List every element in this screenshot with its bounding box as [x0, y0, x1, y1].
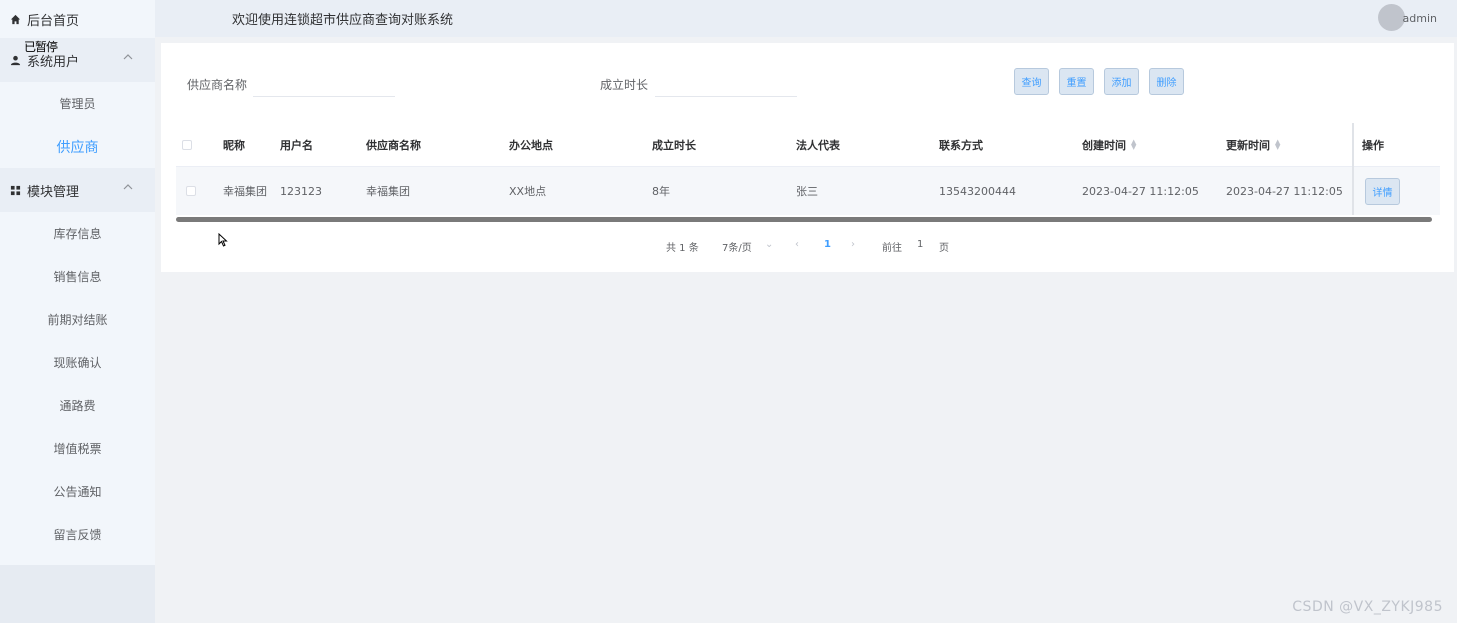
column-header: 联系方式 [939, 138, 983, 152]
avatar[interactable] [1378, 4, 1405, 31]
user-icon [10, 55, 21, 65]
sidebar-item-prior-settlement[interactable]: 前期对结账 [0, 298, 155, 341]
table-cell: 8年 [652, 185, 670, 198]
grid-icon [10, 185, 21, 195]
watermark: CSDN @VX_ZYKJ985 [1292, 599, 1443, 615]
home-icon [10, 14, 21, 24]
column-header: 法人代表 [796, 138, 840, 152]
sidebar-item-label: 前期对结账 [47, 313, 108, 327]
goto-label: 前往 [882, 243, 902, 254]
sidebar-item-feedback[interactable]: 留言反馈 [0, 513, 155, 556]
sidebar-item-admin[interactable]: 管理员 [0, 82, 155, 125]
sidebar-item-label: 留言反馈 [53, 528, 102, 542]
table-header: 昵称 用户名 供应商名称 办公地点 成立时长 法人代表 联系方式 创建时间 ▲ ▼ … [176, 123, 1440, 167]
table-cell: 2023-04-27 11:12:05 [1082, 184, 1199, 198]
sidebar-item-inventory[interactable]: 库存信息 [0, 212, 155, 255]
horizontal-scrollbar[interactable] [176, 217, 1432, 222]
prev-page-icon[interactable]: ‹ [795, 239, 799, 250]
chevron-up-icon [123, 184, 133, 190]
sidebar-item-label: 供应商 [56, 139, 99, 156]
column-header: 供应商名称 [366, 138, 421, 152]
table-cell: 2023-04-27 11:12:05 [1226, 184, 1343, 198]
sidebar-menu: 后台首页 系统用户 管理员 供应商 模块管理 库存信息 销售信息 前期对结账 现… [0, 0, 155, 565]
sidebar-item-label: 增值税票 [53, 442, 102, 456]
column-header-sortable[interactable]: 创建时间 ▲ ▼ [1082, 123, 1136, 166]
established-input[interactable] [655, 69, 797, 97]
column-header: 用户名 [280, 138, 313, 152]
column-header: 昵称 [223, 138, 245, 152]
chevron-down-icon[interactable]: ⌄ [765, 239, 773, 250]
table-cell: 张三 [796, 185, 818, 198]
established-label: 成立时长 [600, 78, 649, 92]
main-panel: 供应商名称 成立时长 查询 重置 添加 删除 昵称 用户名 供应商名称 办公地点… [161, 43, 1454, 272]
sidebar-item-channel-fee[interactable]: 通路费 [0, 384, 155, 427]
select-all-checkbox[interactable] [182, 139, 192, 150]
column-header: 成立时长 [652, 138, 696, 152]
sidebar-group-module-management[interactable]: 模块管理 [0, 168, 155, 212]
page-size-select[interactable]: 7条/页 [722, 239, 752, 254]
mouse-cursor-icon [218, 233, 228, 247]
sidebar-item-label: 销售信息 [53, 270, 102, 284]
row-checkbox[interactable] [186, 186, 196, 196]
sidebar-item-label: 通路费 [59, 399, 96, 413]
current-page[interactable]: 1 [824, 239, 831, 250]
pagination: 共 1 条 7条/页 ⌄ ‹ 1 › 前往 1 页 [161, 239, 1454, 255]
goto-input[interactable]: 1 [917, 239, 923, 250]
column-header: 办公地点 [509, 138, 553, 152]
sidebar-group-label: 模块管理 [27, 184, 80, 200]
page-suffix: 页 [939, 243, 949, 254]
supplier-name-input[interactable] [253, 69, 395, 97]
sort-icon[interactable]: ▲ ▼ [1275, 138, 1280, 150]
column-header-sortable[interactable]: 更新时间 ▲ ▼ [1226, 123, 1280, 166]
top-header: 欢迎使用连锁超市供应商查询对账系统 admin [155, 0, 1457, 37]
table-cell: XX地点 [509, 185, 547, 198]
query-button[interactable]: 查询 [1014, 68, 1049, 95]
table-cell: 123123 [280, 184, 322, 198]
sidebar-item-announcement[interactable]: 公告通知 [0, 470, 155, 513]
column-header-label: 创建时间 [1082, 138, 1126, 152]
supplier-table: 昵称 用户名 供应商名称 办公地点 成立时长 法人代表 联系方式 创建时间 ▲ ▼ … [176, 123, 1440, 222]
fixed-operation-column [1352, 123, 1440, 215]
sort-icon[interactable]: ▲ ▼ [1131, 138, 1136, 150]
select-all-cell [182, 123, 192, 166]
table-cell: 13543200444 [939, 184, 1016, 198]
sidebar-item-home-label: 后台首页 [27, 13, 80, 29]
reset-button[interactable]: 重置 [1059, 68, 1094, 95]
table-cell: 幸福集团 [223, 185, 267, 198]
table-cell: 幸福集团 [366, 185, 410, 198]
sidebar-item-label: 公告通知 [53, 485, 102, 499]
pagination-total: 共 1 条 [666, 243, 699, 254]
paused-overlay-text: 已暂停 [24, 40, 58, 54]
sidebar: 后台首页 系统用户 管理员 供应商 模块管理 库存信息 销售信息 前期对结账 现… [0, 0, 155, 623]
sidebar-item-vat-invoice[interactable]: 增值税票 [0, 427, 155, 470]
next-page-icon[interactable]: › [851, 239, 855, 250]
chevron-up-icon [123, 54, 133, 60]
row-select-cell [186, 167, 196, 215]
supplier-name-label: 供应商名称 [187, 78, 248, 92]
username[interactable]: admin [1403, 12, 1437, 25]
delete-button[interactable]: 删除 [1149, 68, 1184, 95]
sidebar-item-supplier[interactable]: 供应商 [0, 125, 155, 168]
add-button[interactable]: 添加 [1104, 68, 1139, 95]
sidebar-item-label: 库存信息 [53, 227, 102, 241]
sidebar-item-label: 现账确认 [53, 356, 102, 370]
sidebar-item-sales[interactable]: 销售信息 [0, 255, 155, 298]
column-header-label: 更新时间 [1226, 138, 1270, 152]
sidebar-item-label: 管理员 [59, 97, 96, 111]
sidebar-item-home[interactable]: 后台首页 [0, 0, 155, 38]
page-title: 欢迎使用连锁超市供应商查询对账系统 [232, 13, 454, 28]
table-row: 幸福集团 123123 幸福集团 XX地点 8年 张三 13543200444 … [176, 167, 1440, 215]
sidebar-item-current-account[interactable]: 现账确认 [0, 341, 155, 384]
